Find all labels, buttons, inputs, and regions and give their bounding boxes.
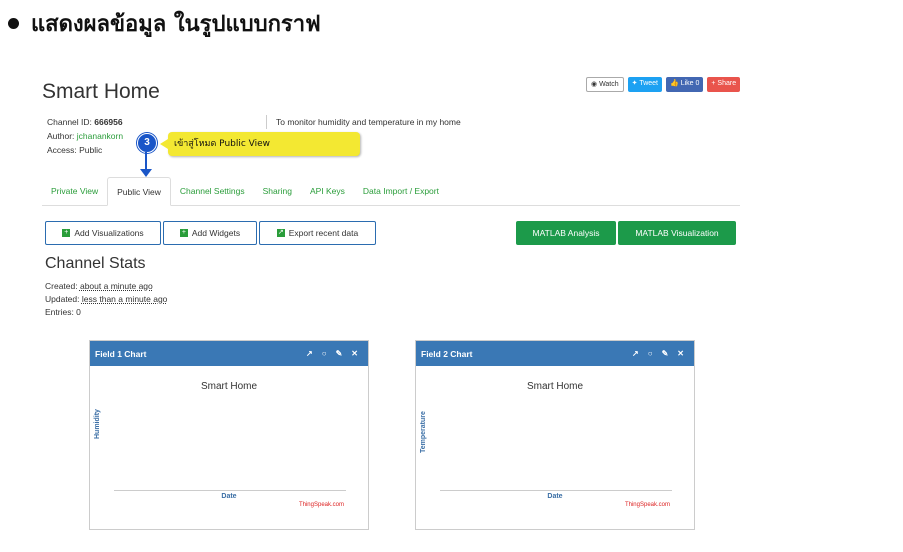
add-widgets-label: Add Widgets xyxy=(191,228,241,238)
arrow-down-icon xyxy=(140,169,152,177)
comment-icon[interactable]: ○ xyxy=(648,349,653,358)
callout-box: เข้าสู่โหมด Public View xyxy=(160,132,360,156)
channel-stats: Created: about a minute ago Updated: les… xyxy=(45,280,167,319)
chart-credit-link[interactable]: ThingSpeak.com xyxy=(625,502,670,508)
edit-icon[interactable]: ✎ xyxy=(336,349,343,358)
tab-api-keys[interactable]: API Keys xyxy=(301,177,354,205)
tab-channel-settings[interactable]: Channel Settings xyxy=(171,177,254,205)
chart-header: Field 2 Chart ↗ ○ ✎ ✕ xyxy=(416,341,694,366)
tweet-button[interactable]: ✦ Tweet xyxy=(627,77,663,92)
bullet-icon xyxy=(8,18,19,29)
external-link-icon[interactable]: ↗ xyxy=(632,349,639,358)
channel-tabs: Private View Public View Channel Setting… xyxy=(42,177,740,206)
chart-toolbar: ↗ ○ ✎ ✕ xyxy=(306,349,358,358)
channel-access: Access: Public xyxy=(47,145,103,155)
channel-meta: Channel ID: 666956 Author: jchanankorn A… xyxy=(47,115,123,157)
description-divider xyxy=(266,115,267,129)
channel-stats-heading: Channel Stats xyxy=(45,255,146,272)
chart-header: Field 1 Chart ↗ ○ ✎ ✕ xyxy=(90,341,368,366)
share-label: Share xyxy=(717,80,737,87)
channel-author: Author: jchanankorn xyxy=(47,129,123,143)
add-visualizations-label: Add Visualizations xyxy=(74,228,144,238)
chart-y-axis-label: Humidity xyxy=(94,409,101,439)
created-label: Created: xyxy=(45,281,80,291)
add-visualizations-button[interactable]: + Add Visualizations xyxy=(45,221,161,245)
chart-header-title: Field 1 Chart xyxy=(95,348,147,359)
thumbs-up-icon: 👍 xyxy=(670,80,681,87)
tab-public-view[interactable]: Public View xyxy=(107,177,171,206)
updated-value: less than a minute ago xyxy=(81,294,168,304)
tab-data-import-export[interactable]: Data Import / Export xyxy=(354,177,448,205)
slide-title: แสดงผลข้อมูล ในรูปแบบกราฟ xyxy=(8,6,321,41)
tweet-label: Tweet xyxy=(639,80,659,87)
chart-header-title: Field 2 Chart xyxy=(421,348,473,359)
external-link-icon[interactable]: ↗ xyxy=(306,349,313,358)
plus-icon: + xyxy=(62,229,71,237)
like-label: Like 0 xyxy=(680,80,700,87)
field-2-chart-panel: Field 2 Chart ↗ ○ ✎ ✕ Smart Home Tempera… xyxy=(415,340,695,530)
export-label: Export recent data xyxy=(288,228,359,238)
social-share-bar: ◉ Watch ✦ Tweet 👍 Like 0 + Share xyxy=(586,77,741,92)
slide-title-text: แสดงผลข้อมูล ในรูปแบบกราฟ xyxy=(31,12,321,37)
author-label: Author: xyxy=(47,131,77,141)
add-widgets-button[interactable]: + Add Widgets xyxy=(163,221,257,245)
channel-id-label: Channel ID: xyxy=(47,117,95,127)
updated-label: Updated: xyxy=(45,294,82,304)
stat-updated: Updated: less than a minute ago xyxy=(45,293,167,306)
export-icon: ↗ xyxy=(276,229,285,237)
tab-sharing[interactable]: Sharing xyxy=(254,177,301,205)
matlab-visualization-button[interactable]: MATLAB Visualization xyxy=(618,221,736,245)
channel-id: Channel ID: 666956 xyxy=(47,115,123,129)
created-value: about a minute ago xyxy=(79,281,153,291)
edit-icon[interactable]: ✎ xyxy=(662,349,669,358)
share-button[interactable]: + Share xyxy=(707,77,741,92)
plus-icon: + xyxy=(179,229,188,237)
field-1-chart-panel: Field 1 Chart ↗ ○ ✎ ✕ Smart Home Humidit… xyxy=(89,340,369,530)
chart-x-axis xyxy=(440,490,672,491)
watch-button[interactable]: ◉ Watch xyxy=(586,77,624,92)
comment-icon[interactable]: ○ xyxy=(322,349,327,358)
channel-description: To monitor humidity and temperature in m… xyxy=(276,117,461,127)
author-link[interactable]: jchanankorn xyxy=(77,131,123,141)
tab-private-view[interactable]: Private View xyxy=(42,177,107,205)
close-icon[interactable]: ✕ xyxy=(351,349,358,358)
channel-id-value: 666956 xyxy=(94,117,123,127)
like-button[interactable]: 👍 Like 0 xyxy=(666,77,704,92)
callout-step-number: 3 xyxy=(137,133,157,153)
chart-title: Smart Home xyxy=(526,381,584,392)
chart-y-axis-label: Temperature xyxy=(420,411,427,453)
chart-x-axis-label: Date xyxy=(221,493,237,500)
watch-label: Watch xyxy=(599,81,619,88)
eye-icon: ◉ xyxy=(591,81,600,88)
channel-title: Smart Home xyxy=(42,80,160,103)
export-recent-data-button[interactable]: ↗ Export recent data xyxy=(259,221,376,245)
chart-x-axis-label: Date xyxy=(547,493,563,500)
close-icon[interactable]: ✕ xyxy=(677,349,684,358)
chart-credit-link[interactable]: ThingSpeak.com xyxy=(299,502,344,508)
stat-created: Created: about a minute ago xyxy=(45,280,167,293)
chart-x-axis xyxy=(114,490,346,491)
matlab-analysis-button[interactable]: MATLAB Analysis xyxy=(516,221,616,245)
stat-entries: Entries: 0 xyxy=(45,307,81,317)
chart-title: Smart Home xyxy=(200,381,258,392)
chart-toolbar: ↗ ○ ✎ ✕ xyxy=(632,349,684,358)
